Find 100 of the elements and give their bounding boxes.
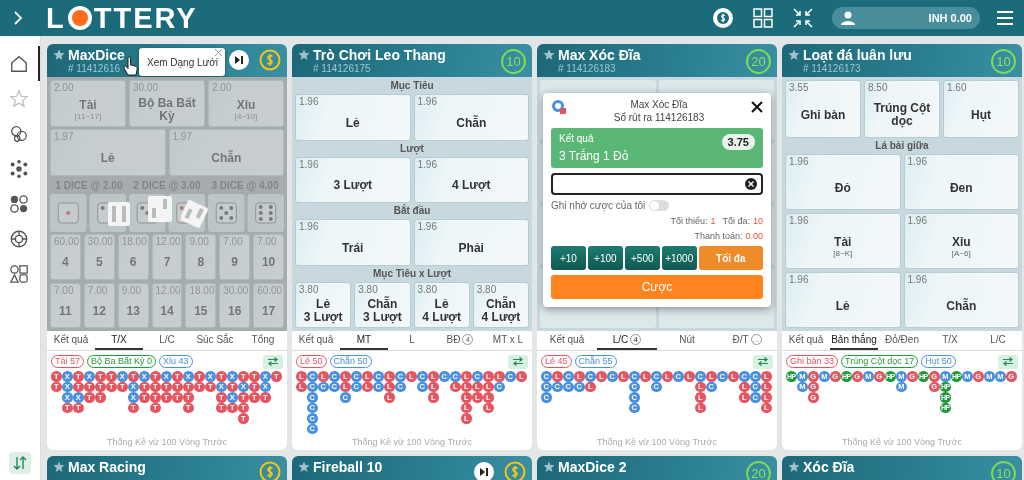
swap-button[interactable] xyxy=(753,354,773,369)
bet-label: Xỉu xyxy=(951,236,971,249)
stats-caption: Thống Kê vừ 100 Vòng Trước xyxy=(596,437,718,447)
star-icon[interactable] xyxy=(543,461,555,473)
play-button[interactable] xyxy=(229,50,249,70)
odds: 3.55 xyxy=(789,82,810,94)
home-icon xyxy=(9,53,29,74)
bet-tile[interactable]: 1.60 Hụt xyxy=(943,80,1019,138)
star-icon[interactable] xyxy=(298,49,310,61)
tab[interactable]: L/C xyxy=(143,331,191,350)
stake-input[interactable] xyxy=(551,173,763,195)
shrink-icon[interactable] xyxy=(792,7,814,29)
dice-faces-drawing[interactable] xyxy=(50,194,284,232)
swap-button[interactable] xyxy=(508,354,528,369)
tab[interactable]: T/X xyxy=(95,331,143,350)
cluster-icon xyxy=(9,158,29,179)
grid-icon[interactable] xyxy=(752,7,774,29)
logo-dot-icon[interactable] xyxy=(66,5,93,31)
bet-label: 3 Lượt xyxy=(333,179,373,193)
bet-tile[interactable]: 1.96 Lẻ xyxy=(785,272,901,328)
play-button[interactable] xyxy=(474,462,494,480)
payment-value: 0.00 xyxy=(745,231,763,241)
account-pill[interactable]: INH 0.00 xyxy=(832,7,980,29)
odds: 18.00 xyxy=(189,284,213,297)
tab[interactable]: Kết quả xyxy=(782,331,830,350)
bet-tile[interactable]: 3.80 Chẵn 4 Lượt xyxy=(472,281,529,328)
sort-button[interactable] xyxy=(9,452,31,474)
bet-range: [4~10] xyxy=(234,111,258,121)
bet-tile[interactable]: 1.96 3 Lượt xyxy=(295,156,411,203)
bet-tile[interactable]: 1.96 Đen xyxy=(903,154,1019,210)
bet-tile[interactable]: 1.96 Chẵn xyxy=(413,94,529,141)
bet-tile[interactable]: 3.80 Chẵn 3 Lượt xyxy=(354,281,411,328)
bet-tile[interactable]: 3.80 Lẻ 3 Lượt xyxy=(295,281,352,328)
tab[interactable]: L/C xyxy=(974,331,1022,350)
tab[interactable]: Kết quả xyxy=(47,331,95,350)
clear-icon[interactable] xyxy=(745,178,757,190)
close-icon[interactable] xyxy=(751,101,763,113)
game-title: MaxDice xyxy=(68,47,125,63)
odds: 12.00 xyxy=(155,284,179,297)
bet-label: 4 Lượt xyxy=(451,179,491,193)
bet-tile[interactable]: 3.80 Lẻ 4 Lượt xyxy=(413,281,470,328)
tab[interactable]: L xyxy=(388,331,436,350)
star-icon[interactable] xyxy=(788,461,800,473)
logo-text[interactable]: TTERY xyxy=(93,1,198,35)
odds: 3.80 xyxy=(476,283,498,296)
tab[interactable]: MT xyxy=(340,331,388,350)
chip-button[interactable]: +500 xyxy=(624,246,660,270)
tab[interactable]: Bản thắng xyxy=(830,331,878,350)
bet-label: 6 xyxy=(129,256,137,270)
stats-caption: Thống Kê vừ 100 Vòng Trước xyxy=(106,437,228,447)
star-icon[interactable] xyxy=(298,461,310,473)
bet-tile[interactable]: 1.96 Đỏ xyxy=(785,154,901,210)
bet-tile[interactable]: 1.96 Xỉu [A~6] xyxy=(903,213,1019,269)
tab[interactable]: Đỏ/Đen xyxy=(878,331,926,350)
swap-button[interactable] xyxy=(263,354,283,369)
tab[interactable]: Nút xyxy=(657,331,717,350)
odds: 3.80 xyxy=(358,283,379,296)
bet-label: Đỏ xyxy=(834,181,851,195)
bet-tile[interactable]: 1.96 4 Lượt xyxy=(413,156,529,203)
star-icon[interactable] xyxy=(53,49,65,61)
tab[interactable]: T/X xyxy=(926,331,974,350)
star-icon[interactable] xyxy=(53,461,65,473)
star-icon[interactable] xyxy=(788,49,800,61)
bet-label: Bộ Ba Bất Kỳ xyxy=(137,96,197,123)
menu-icon[interactable] xyxy=(996,10,1014,26)
bet-tile[interactable]: 1.96 Trái xyxy=(295,219,411,266)
swap-button[interactable] xyxy=(998,354,1018,369)
stats-caption: Thống Kê vừ 100 Vòng Trước xyxy=(351,437,473,447)
bet-tile[interactable]: 8.50 Trúng Cột dọc xyxy=(864,80,940,138)
min-value: 1 xyxy=(710,216,716,226)
chevron-right-icon[interactable] xyxy=(12,10,24,26)
odds: 1.96 xyxy=(789,215,810,227)
chip-button[interactable]: +1000 xyxy=(661,246,697,270)
tab[interactable]: Kết quả xyxy=(292,331,340,350)
sort-icon xyxy=(13,456,27,470)
bet-tile[interactable]: 3.55 Ghi bàn xyxy=(785,80,861,138)
bet-tile[interactable]: 1.96 Phải xyxy=(413,219,529,266)
bet-range: [8~K] xyxy=(833,249,853,258)
result-panel[interactable]: Kết quả 3 Trắng 1 Đỏ 3.75 xyxy=(551,128,763,168)
tab[interactable]: Kết quả xyxy=(537,331,597,350)
bet-label: 17 xyxy=(261,304,276,318)
bet-label: Tài xyxy=(834,236,852,249)
odds: 7.00 xyxy=(54,284,75,297)
logo-text[interactable]: L xyxy=(46,1,66,35)
bet-tile[interactable]: 1.96 Chẵn xyxy=(903,272,1019,328)
remember-toggle[interactable] xyxy=(649,200,670,211)
bet-tile[interactable]: 1.96 Lẻ xyxy=(295,94,411,141)
tab[interactable]: MT x L xyxy=(484,331,532,350)
odds: 30.00 xyxy=(223,284,247,297)
star-icon[interactable] xyxy=(543,49,555,61)
result-value: 3 Trắng 1 Đỏ xyxy=(559,149,629,163)
chip-button[interactable]: +10 xyxy=(551,246,586,270)
bet-label: 15 xyxy=(194,304,208,318)
game-title: Max Racing xyxy=(68,459,146,475)
bet-tile[interactable]: 1.96 Tài [8~K] xyxy=(785,213,901,269)
coin-icon[interactable] xyxy=(712,7,734,29)
star-icon xyxy=(9,88,29,109)
chip-button[interactable]: +100 xyxy=(587,246,623,270)
tab[interactable]: Tổng xyxy=(239,331,287,350)
tab[interactable]: Súc Sắc xyxy=(191,331,239,350)
